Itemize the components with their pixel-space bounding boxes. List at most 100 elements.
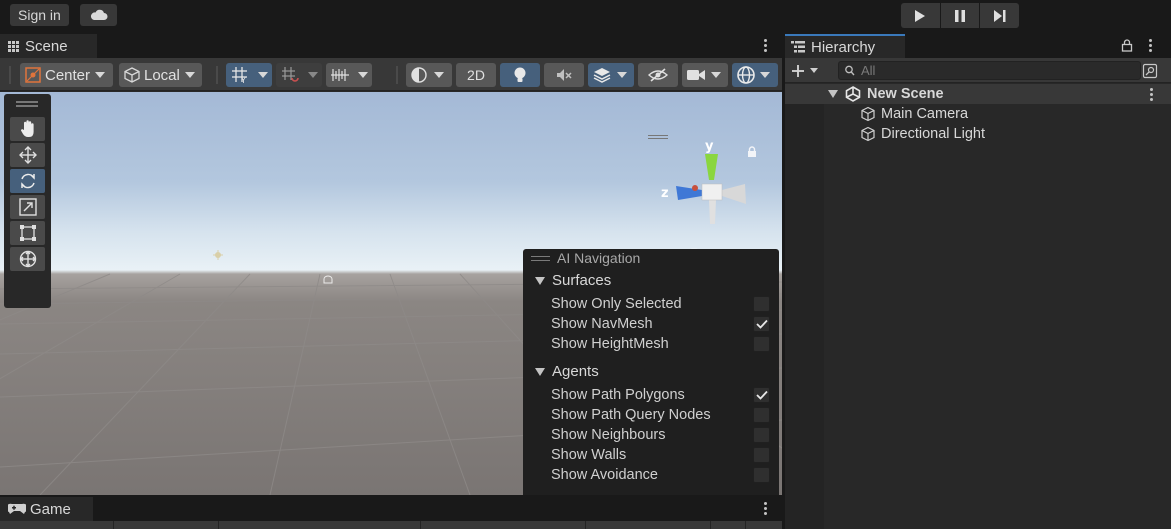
checkbox[interactable] [753,407,770,423]
show-heightmesh-toggle[interactable]: Show HeightMesh [551,334,773,354]
tab-scene-label: Scene [25,37,68,55]
gizmos-dropdown[interactable] [732,63,778,87]
step-button[interactable] [980,3,1020,28]
checkbox[interactable] [753,316,770,332]
orientation-gizmo[interactable]: y z [658,134,758,234]
checkbox[interactable] [753,336,770,352]
create-dropdown[interactable] [791,61,818,80]
light-gizmo-icon [213,250,223,260]
gizmo-neg-y-axis[interactable] [709,200,716,224]
tab-game[interactable]: Game [0,497,93,521]
tab-scene[interactable]: Scene [0,34,97,58]
camera-dropdown[interactable] [682,63,728,87]
gameobject-cube-icon [861,106,875,122]
surfaces-foldout[interactable]: Surfaces [535,272,611,289]
hierarchy-tabstrip: Hierarchy [785,34,1171,58]
checkbox[interactable] [753,296,770,312]
transform-tool-button[interactable] [10,247,45,271]
grid-snap-icon: Y [232,67,247,84]
scene-visibility-button[interactable] [638,63,678,87]
show-walls-toggle[interactable]: Show Walls [551,445,773,465]
show-path-query-nodes-toggle[interactable]: Show Path Query Nodes [551,405,773,425]
show-only-selected-toggle[interactable]: Show Only Selected [551,294,773,314]
toolbar-separator [396,66,398,84]
scale-tool-button[interactable] [10,195,45,219]
pivot-rotation-dropdown[interactable]: Local [119,63,202,87]
play-button[interactable] [901,3,940,28]
toolbar-grip [9,66,11,84]
cloud-button[interactable] [80,4,117,26]
show-navmesh-toggle[interactable]: Show NavMesh [551,314,773,334]
gizmo-center-cube[interactable] [701,183,723,201]
play-controls [901,3,1020,28]
surfaces-label: Surfaces [552,272,612,289]
checkbox[interactable] [753,467,770,483]
scene-row-menu-icon[interactable] [1148,88,1154,101]
hierarchy-item-directional-light[interactable]: Directional Light [785,124,1171,144]
tools-grip-icon[interactable] [16,101,38,107]
video-camera-icon [687,70,705,80]
checkbox[interactable] [753,427,770,443]
option-label: Show Neighbours [551,427,666,443]
rect-transform-icon [19,225,36,241]
ruler-snap-button[interactable] [326,63,372,87]
audio-mute-icon [557,69,572,81]
show-avoidance-toggle[interactable]: Show Avoidance [551,465,773,485]
hierarchy-item-main-camera[interactable]: Main Camera [785,104,1171,124]
gizmo-globe-icon [737,66,755,84]
foldout-arrow-icon [535,367,545,376]
hierarchy-search[interactable] [838,61,1141,80]
gizmo-neg-x-axis[interactable] [722,184,746,204]
ai-navigation-overlay: AI Navigation Surfaces Show Only Selecte… [523,249,779,495]
unity-scene-icon [845,86,861,102]
lighting-toggle-button[interactable] [500,63,540,87]
shading-sphere-icon [411,67,427,83]
view-tool-button[interactable] [10,117,45,141]
scene-grid-icon [8,40,19,52]
draw-mode-dropdown[interactable] [406,63,452,87]
audio-toggle-button[interactable] [544,63,584,87]
lock-icon[interactable] [1121,39,1133,52]
game-menu-icon[interactable] [762,502,768,515]
rotate-icon [20,173,35,189]
foldout-arrow-icon[interactable] [828,90,838,98]
chevron-down-icon [711,72,721,78]
scene-toolbar: Center Local Y 2D [0,58,782,91]
chevron-down-icon [258,72,268,78]
chevron-down-icon [434,72,444,78]
gizmo-y-label: y [705,139,714,154]
ai-navigation-title: AI Navigation [557,250,641,266]
hierarchy-menu-icon[interactable] [1147,39,1153,52]
scene-row[interactable]: New Scene [785,84,1171,104]
search-input[interactable] [861,63,1131,78]
pause-button[interactable] [940,3,980,28]
checkbox[interactable] [753,387,770,403]
agents-foldout[interactable]: Agents [535,363,599,380]
chevron-down-icon [308,72,318,78]
gizmo-z-label: z [661,186,669,201]
search-by-type-button[interactable] [1141,62,1159,80]
scene-menu-icon[interactable] [762,39,768,52]
move-tool-button[interactable] [10,143,45,167]
option-label: Show Only Selected [551,296,682,312]
show-neighbours-toggle[interactable]: Show Neighbours [551,425,773,445]
tools-overlay [4,94,51,308]
increment-snap-button[interactable] [276,63,322,87]
gizmo-z-axis[interactable] [676,186,702,200]
rotate-tool-button[interactable] [10,169,45,193]
tab-hierarchy[interactable]: Hierarchy [785,34,905,58]
sign-in-button[interactable]: Sign in [10,4,69,26]
pivot-mode-dropdown[interactable]: Center [20,63,113,87]
checkbox[interactable] [753,447,770,463]
toggle-2d-button[interactable]: 2D [456,63,496,87]
rect-tool-button[interactable] [10,221,45,245]
effects-dropdown[interactable] [588,63,634,87]
show-path-polygons-toggle[interactable]: Show Path Polygons [551,385,773,405]
layers-stack-icon [593,68,611,83]
gameobject-cube-icon [861,126,875,142]
agents-label: Agents [552,363,599,380]
grid-snap-button[interactable]: Y [226,63,272,87]
overlay-grip-icon[interactable] [531,256,550,261]
scene-picker-icon [1142,63,1158,79]
gizmo-y-axis[interactable] [705,154,718,180]
